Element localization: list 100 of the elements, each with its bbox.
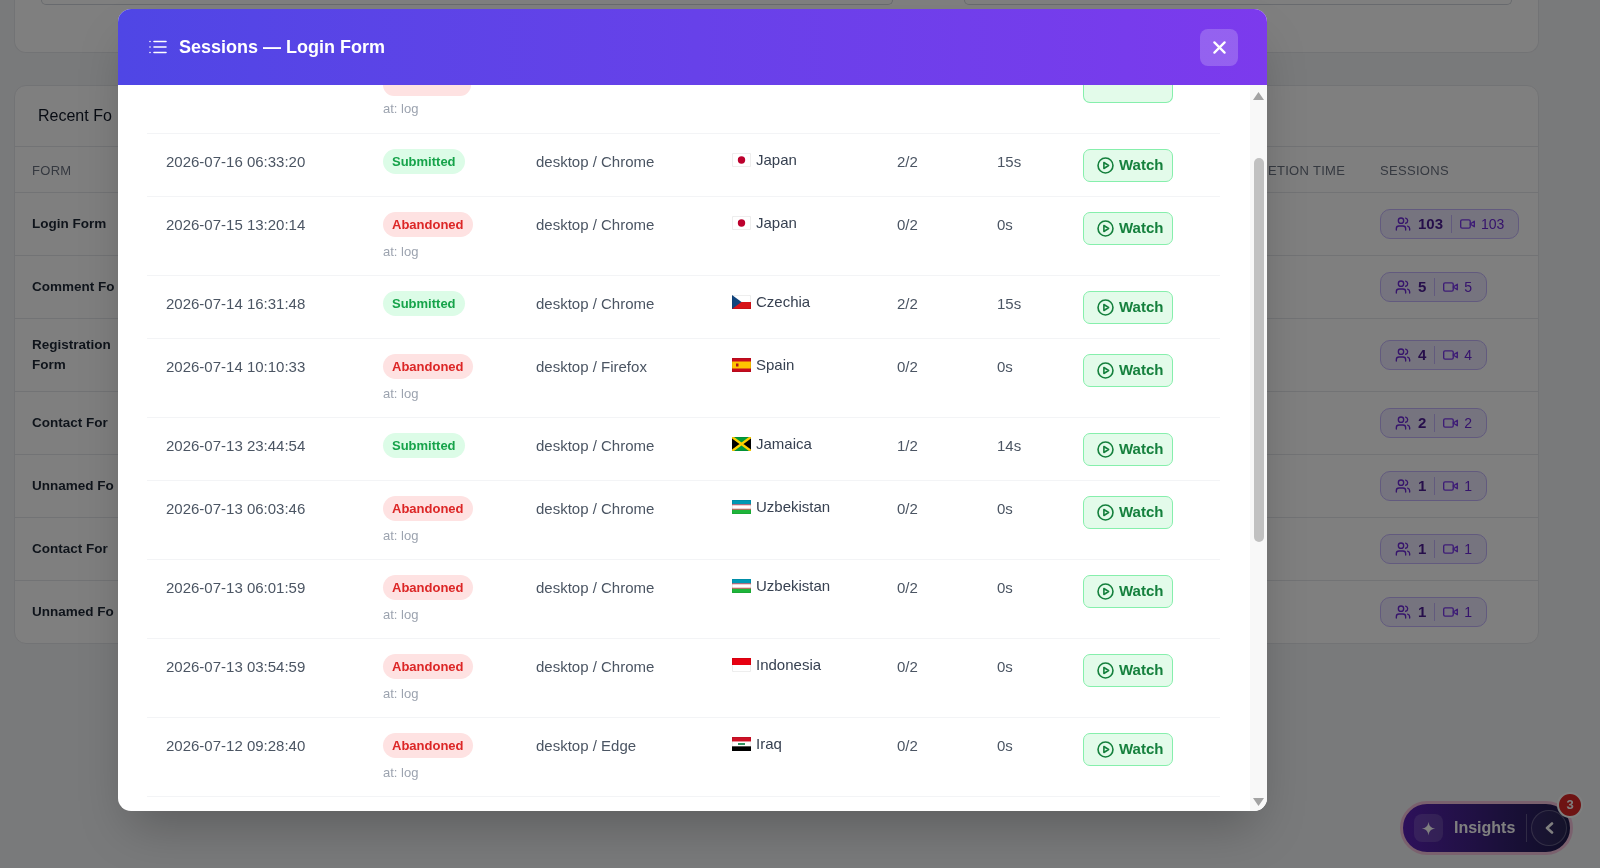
- play-icon: [1097, 504, 1114, 521]
- table-cell: 2026-07-13 06:01:59: [166, 579, 306, 596]
- table-cell: Uzbekistan: [756, 576, 831, 596]
- table-cell: 2026-07-15 13:20:14: [166, 216, 306, 233]
- table-cell-text: Unnamed Fo: [32, 477, 114, 495]
- table-cell: 0/2: [897, 579, 918, 596]
- status-badge: Submitted: [383, 291, 465, 316]
- table-cell: Japan: [756, 213, 797, 233]
- table-cell: desktop / Firefox: [536, 358, 647, 375]
- table-cell: 2026-07-12 09:28:40: [166, 737, 306, 754]
- table-cell-text: Contact For: [32, 540, 108, 558]
- status-note: at: log: [383, 685, 419, 703]
- table-cell: Spain: [756, 355, 795, 375]
- scrollbar-thumb[interactable]: [1253, 158, 1264, 542]
- flag-icon: [732, 216, 751, 230]
- table-cell: 2026-07-13 23:44:54: [166, 437, 306, 454]
- scroll-down-arrow-icon[interactable]: [1253, 798, 1264, 806]
- status-badge: Abandoned: [383, 654, 473, 679]
- users-icon: [1395, 478, 1411, 494]
- table-cell: Jamaica: [756, 434, 812, 454]
- table-cell: Indonesia: [756, 655, 822, 675]
- status-badge: Submitted: [383, 433, 465, 458]
- watch-button[interactable]: Watch: [1083, 733, 1173, 766]
- flag-icon: [732, 658, 751, 672]
- status-badge: Abandoned: [383, 354, 473, 379]
- recording-count: 5: [1464, 277, 1473, 297]
- column-header: FORM: [32, 162, 72, 178]
- status-note: at: log: [383, 606, 419, 624]
- video-icon: [1443, 281, 1459, 293]
- table-cell: 0s: [997, 579, 1013, 596]
- play-icon: [1097, 220, 1114, 237]
- watch-button[interactable]: Watch: [1083, 149, 1173, 182]
- modal-title: Sessions — Login Form: [179, 35, 386, 59]
- visitor-count: 4: [1418, 344, 1427, 365]
- flag-icon: [732, 500, 751, 514]
- table-cell: 15s: [997, 295, 1022, 312]
- recording-count: 1: [1464, 602, 1473, 622]
- watch-button[interactable]: Watch: [1083, 433, 1173, 466]
- table-cell-text: Login Form: [32, 215, 107, 233]
- recording-count: 1: [1464, 476, 1473, 496]
- visitor-count: 2: [1418, 412, 1427, 433]
- table-cell: desktop / Edge: [536, 737, 637, 754]
- play-icon: [1097, 299, 1114, 316]
- visitor-count: 1: [1418, 601, 1427, 622]
- table-cell-text: Registration Form: [32, 336, 112, 374]
- video-icon: [1443, 480, 1459, 492]
- column-header: ETION TIME: [1268, 162, 1346, 178]
- video-icon: [1443, 417, 1459, 429]
- watch-button[interactable]: Watch: [1083, 354, 1173, 387]
- table-cell: desktop / Chrome: [536, 153, 655, 170]
- flag-icon: [732, 579, 751, 593]
- video-icon: [1443, 606, 1459, 618]
- close-icon: [1212, 40, 1226, 54]
- table-cell-text: Unnamed Fo: [32, 603, 114, 621]
- watch-button[interactable]: Watch: [1083, 291, 1173, 324]
- table-cell: 2026-07-13 06:03:46: [166, 500, 306, 517]
- watch-button[interactable]: Watch: [1083, 496, 1173, 529]
- recording-count: 1: [1464, 539, 1473, 559]
- watch-button[interactable]: Watch: [1083, 575, 1173, 608]
- visitor-count: 1: [1418, 475, 1427, 496]
- users-icon: [1395, 604, 1411, 620]
- table-cell: desktop / Chrome: [536, 437, 655, 454]
- status-badge: Abandoned: [383, 212, 473, 237]
- watch-button[interactable]: Watch: [1083, 654, 1173, 687]
- table-cell: 2026-07-14 16:31:48: [166, 295, 306, 312]
- status-badge: Abandoned: [383, 575, 473, 600]
- status-note: at: log: [383, 100, 419, 118]
- watch-button[interactable]: Watch: [1083, 212, 1173, 245]
- watch-button[interactable]: [1083, 85, 1173, 103]
- status-note: at: log: [383, 385, 419, 403]
- close-button[interactable]: [1200, 28, 1238, 66]
- video-icon: [1460, 218, 1476, 230]
- table-cell: Japan: [756, 150, 797, 170]
- table-cell: 0s: [997, 500, 1013, 517]
- table-cell: 0/2: [897, 216, 918, 233]
- insights-button[interactable]: Insights: [1414, 814, 1516, 842]
- table-cell: desktop / Chrome: [536, 295, 655, 312]
- table-cell: 0s: [997, 658, 1013, 675]
- flag-icon: [732, 437, 751, 451]
- video-icon: [1443, 543, 1459, 555]
- table-cell: 0/2: [897, 737, 918, 754]
- table-cell: 2026-07-14 10:10:33: [166, 358, 306, 375]
- table-cell: 2026-07-16 06:33:20: [166, 153, 306, 170]
- table-cell: 2026-07-13 03:54:59: [166, 658, 306, 675]
- users-icon: [1395, 541, 1411, 557]
- play-icon: [1097, 441, 1114, 458]
- table-cell: Iraq: [756, 734, 782, 754]
- users-icon: [1395, 279, 1411, 295]
- recording-count: 2: [1464, 413, 1473, 433]
- table-cell: 2/2: [897, 153, 918, 170]
- table-cell: 0s: [997, 216, 1013, 233]
- table-cell: desktop / Chrome: [536, 216, 655, 233]
- users-icon: [1395, 415, 1411, 431]
- status-badge: Abandoned: [383, 733, 473, 758]
- table-cell: 15s: [997, 153, 1022, 170]
- status-badge: Abandoned: [383, 496, 473, 521]
- scroll-up-arrow-icon[interactable]: [1253, 92, 1264, 100]
- play-icon: [1097, 583, 1114, 600]
- table-cell-text: Comment Fo: [32, 278, 115, 296]
- table-cell: 2/2: [897, 295, 918, 312]
